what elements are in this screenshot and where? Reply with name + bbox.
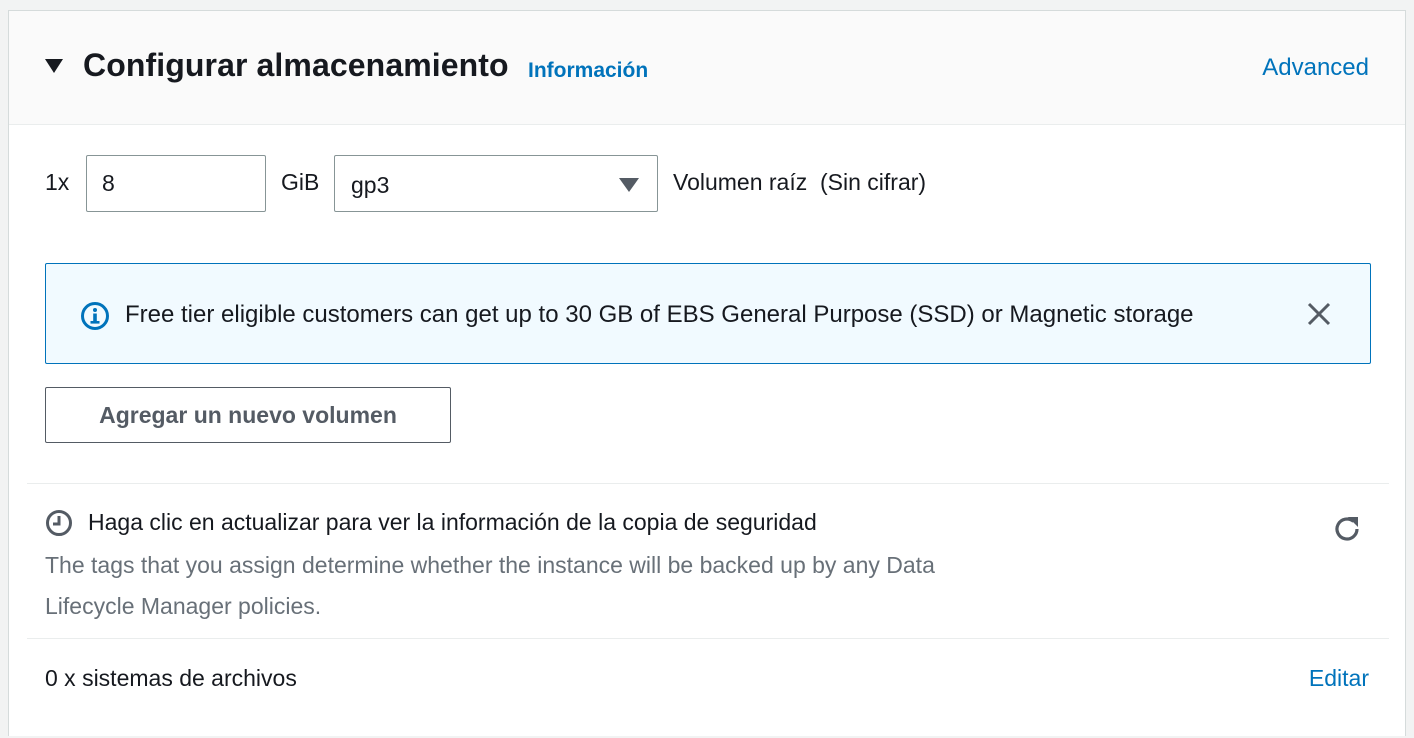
free-tier-alert: Free tier eligible customers can get up …: [45, 263, 1371, 364]
volume-count: 1x: [45, 169, 70, 195]
volume-size-unit: GiB: [281, 169, 320, 195]
section-title: Configurar almacenamiento: [83, 47, 509, 83]
backup-info-description: The tags that you assign determine wheth…: [45, 552, 935, 619]
volume-description: Volumen raíz (Sin cifrar): [673, 169, 927, 195]
alert-message: Free tier eligible customers can get up …: [125, 301, 1194, 328]
divider: [27, 638, 1389, 639]
divider: [27, 483, 1389, 484]
advanced-link[interactable]: Advanced: [1262, 54, 1369, 82]
add-volume-button[interactable]: Agregar un nuevo volumen: [45, 387, 451, 443]
backup-info-title: Haga clic en actualizar para ver la info…: [88, 509, 817, 535]
info-link[interactable]: Información: [528, 59, 648, 83]
volume-type-value: gp3: [351, 172, 390, 198]
dropdown-arrow-icon: [619, 178, 639, 192]
panel-header: Configurar almacenamiento Información Ad…: [9, 11, 1405, 125]
filesystems-label: 0 x sistemas de archivos: [45, 665, 297, 691]
volume-size-input[interactable]: [86, 155, 266, 212]
edit-filesystems-link[interactable]: Editar: [1309, 665, 1369, 692]
storage-panel: Configurar almacenamiento Información Ad…: [8, 10, 1406, 736]
clock-icon: [46, 510, 72, 536]
refresh-icon[interactable]: [1331, 513, 1363, 545]
info-icon: [81, 302, 109, 330]
volume-type-select[interactable]: gp3: [334, 155, 658, 212]
caret-down-icon[interactable]: [45, 59, 63, 73]
close-icon[interactable]: [1306, 301, 1332, 327]
